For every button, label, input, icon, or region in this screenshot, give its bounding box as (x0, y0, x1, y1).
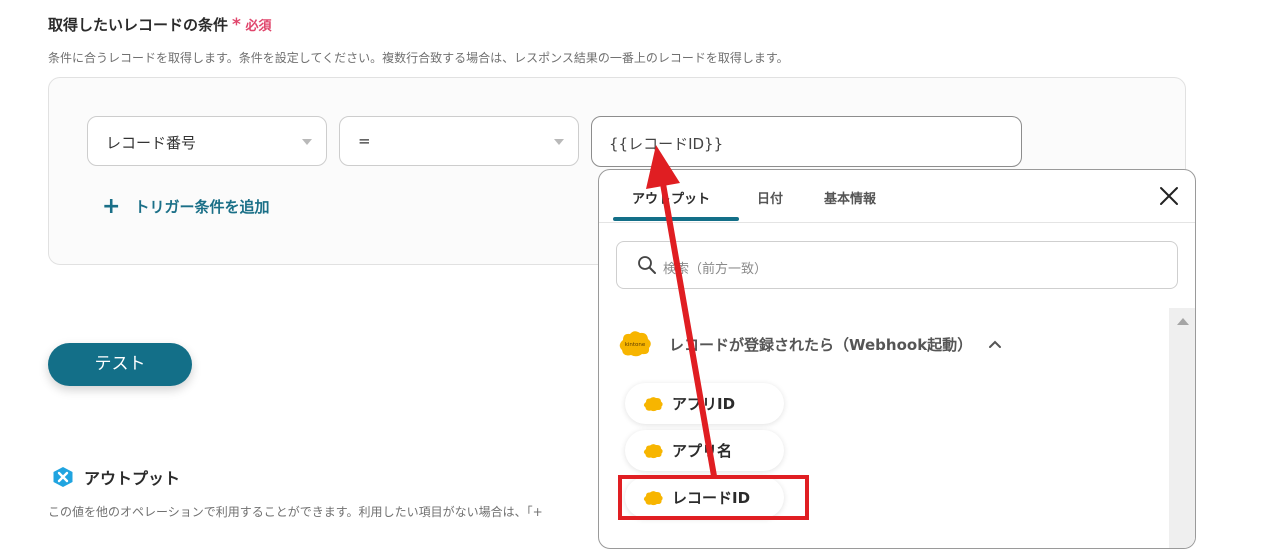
output-item-label: アプリID (672, 395, 736, 413)
required-label: 必須 (245, 19, 272, 34)
tab-date[interactable]: 日付 (757, 188, 783, 207)
test-button[interactable]: テスト (48, 343, 192, 386)
section-title: 取得したいレコードの条件 * 必須 (48, 14, 271, 35)
annotation-highlight-box (618, 475, 809, 520)
chevron-up-icon[interactable] (988, 339, 1002, 349)
required-badge: * 必須 (232, 15, 272, 35)
add-trigger-condition-label: トリガー条件を追加 (134, 198, 270, 216)
kintone-logo-icon (643, 443, 663, 458)
chevron-down-icon (554, 139, 564, 145)
panel-tabs: アウトプット 日付 基本情報 (599, 170, 1195, 223)
output-item-app-name[interactable]: アプリ名 (625, 430, 784, 471)
plus-icon: + (102, 193, 121, 219)
search-icon (638, 256, 656, 274)
operator-select[interactable]: = (339, 116, 579, 166)
output-description: この値を他のオペレーションで利用することができます。利用したい項目がない場合は、… (48, 505, 543, 519)
condition-value-input[interactable]: {{レコードID}} (591, 116, 1022, 167)
tab-output[interactable]: アウトプット (632, 188, 710, 207)
output-group-title: レコードが登録されたら（Webhook起動） (669, 335, 973, 354)
output-group-header[interactable]: kintone レコードが登録されたら（Webhook起動） (617, 330, 1002, 358)
condition-value-text: {{レコードID}} (609, 135, 724, 153)
field-select-value: レコード番号 (106, 134, 197, 152)
section-description: 条件に合うレコードを取得します。条件を設定してください。複数行合致する場合は、レ… (48, 51, 789, 65)
tab-basic-info[interactable]: 基本情報 (824, 188, 876, 207)
chevron-down-icon (302, 139, 312, 145)
output-heading: アウトプット (52, 465, 180, 489)
output-item-label: アプリ名 (672, 442, 733, 460)
add-trigger-condition-button[interactable]: + トリガー条件を追加 (102, 193, 270, 219)
output-icon (53, 467, 73, 487)
close-icon[interactable] (1159, 186, 1179, 206)
active-tab-indicator (613, 217, 739, 221)
required-star: * (232, 15, 241, 35)
kintone-logo-icon (643, 396, 663, 411)
output-title: アウトプット (84, 469, 181, 488)
kintone-logo-icon: kintone (619, 331, 651, 357)
field-select[interactable]: レコード番号 (87, 116, 327, 166)
search-input[interactable]: 検索（前方一致） (616, 241, 1178, 289)
section-title-text: 取得したいレコードの条件 (48, 16, 229, 34)
operator-select-value: = (358, 132, 371, 150)
scroll-up-arrow-icon[interactable] (1177, 318, 1189, 325)
kintone-logo-text: kintone (625, 342, 646, 348)
output-item-app-id[interactable]: アプリID (625, 383, 784, 424)
scrollbar[interactable] (1169, 308, 1195, 548)
search-placeholder: 検索（前方一致） (663, 262, 768, 277)
